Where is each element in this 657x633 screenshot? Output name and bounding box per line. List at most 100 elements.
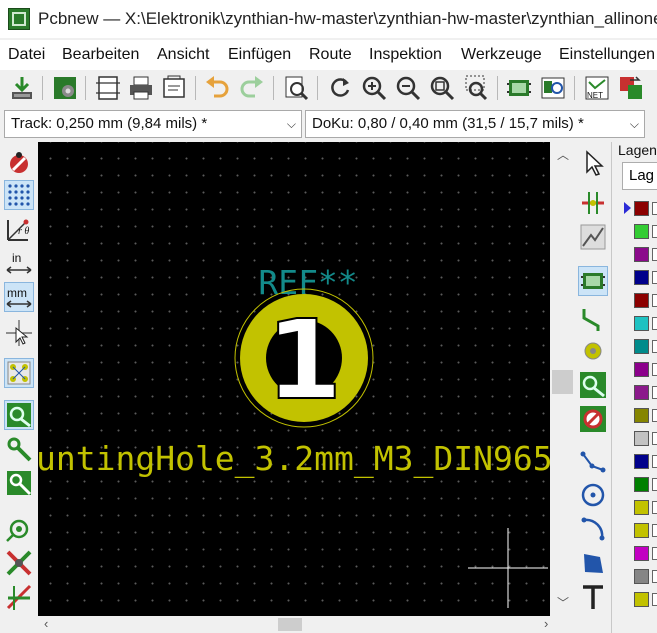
menu-datei[interactable]: Datei bbox=[8, 46, 45, 64]
layer-visibility-checkbox[interactable] bbox=[652, 501, 657, 514]
print-icon[interactable] bbox=[127, 74, 155, 102]
undo-icon[interactable] bbox=[203, 74, 231, 102]
add-polygon-icon[interactable] bbox=[578, 548, 608, 578]
zoom-selection-icon[interactable] bbox=[462, 74, 490, 102]
layer-visibility-checkbox[interactable] bbox=[652, 409, 657, 422]
layer-visibility-checkbox[interactable] bbox=[652, 386, 657, 399]
layer-color-swatch[interactable] bbox=[634, 339, 649, 354]
layer-row[interactable] bbox=[612, 474, 657, 495]
add-arc-icon[interactable] bbox=[578, 514, 608, 544]
layer-visibility-checkbox[interactable] bbox=[652, 478, 657, 491]
find-icon[interactable] bbox=[282, 74, 310, 102]
layer-color-swatch[interactable] bbox=[634, 362, 649, 377]
inch-units-icon[interactable]: in bbox=[4, 248, 34, 278]
layer-visibility-checkbox[interactable] bbox=[652, 271, 657, 284]
vertical-scroll-thumb[interactable] bbox=[552, 370, 573, 394]
menu-bearbeiten[interactable]: Bearbeiten bbox=[62, 46, 139, 64]
layer-visibility-checkbox[interactable] bbox=[652, 363, 657, 376]
add-circle-icon[interactable] bbox=[578, 480, 608, 510]
footprint-browser-icon[interactable] bbox=[539, 74, 567, 102]
scroll-down-icon[interactable]: ﹀ bbox=[557, 594, 569, 611]
layer-row[interactable] bbox=[612, 543, 657, 564]
add-zone-icon[interactable] bbox=[578, 370, 608, 400]
layer-visibility-checkbox[interactable] bbox=[652, 317, 657, 330]
layer-row[interactable] bbox=[612, 267, 657, 288]
mm-units-toggle[interactable]: mm bbox=[4, 282, 34, 312]
full-cursor-icon[interactable] bbox=[4, 318, 34, 348]
layer-visibility-checkbox[interactable] bbox=[652, 547, 657, 560]
horizontal-scrollbar[interactable]: ‹ › bbox=[38, 616, 575, 633]
scroll-up-icon[interactable]: ︿ bbox=[557, 146, 569, 163]
layer-row[interactable] bbox=[612, 359, 657, 380]
plot-icon[interactable] bbox=[160, 74, 188, 102]
layer-visibility-checkbox[interactable] bbox=[652, 524, 657, 537]
add-keepout-icon[interactable] bbox=[578, 404, 608, 434]
menu-einfuegen[interactable]: Einfügen bbox=[228, 46, 291, 64]
layer-visibility-checkbox[interactable] bbox=[652, 432, 657, 445]
refresh-icon[interactable] bbox=[326, 74, 354, 102]
layer-row[interactable] bbox=[612, 382, 657, 403]
redo-icon[interactable] bbox=[238, 74, 266, 102]
layer-row[interactable] bbox=[612, 520, 657, 541]
polar-coords-icon[interactable]: r θ bbox=[4, 214, 34, 244]
add-footprint-toggle[interactable] bbox=[578, 266, 608, 296]
layer-color-swatch[interactable] bbox=[634, 385, 649, 400]
grid-toggle[interactable] bbox=[4, 180, 34, 210]
footprint-tool-icon[interactable] bbox=[578, 222, 608, 252]
select-icon[interactable] bbox=[578, 148, 608, 178]
add-line-icon[interactable] bbox=[578, 446, 608, 476]
via-size-select[interactable]: DoKu: 0,80 / 0,40 mm (31,5 / 15,7 mils) … bbox=[305, 110, 645, 138]
layer-visibility-checkbox[interactable] bbox=[652, 225, 657, 238]
page-settings-icon[interactable] bbox=[94, 74, 122, 102]
layer-color-swatch[interactable] bbox=[634, 546, 649, 561]
layer-visibility-checkbox[interactable] bbox=[652, 570, 657, 583]
pad-sketch-icon[interactable] bbox=[4, 434, 34, 464]
menu-route[interactable]: Route bbox=[309, 46, 352, 64]
layer-color-swatch[interactable] bbox=[634, 293, 649, 308]
layer-color-swatch[interactable] bbox=[634, 569, 649, 584]
layer-row[interactable] bbox=[612, 244, 657, 265]
add-text-icon[interactable] bbox=[578, 582, 608, 612]
layer-color-swatch[interactable] bbox=[634, 408, 649, 423]
drc-icon[interactable] bbox=[4, 148, 34, 178]
via-sketch-icon[interactable] bbox=[4, 468, 34, 498]
layer-color-swatch[interactable] bbox=[634, 454, 649, 469]
layer-color-swatch[interactable] bbox=[634, 431, 649, 446]
menu-einstellungen[interactable]: Einstellungen bbox=[559, 46, 655, 64]
track-sketch-icon[interactable] bbox=[4, 514, 34, 544]
layer-color-swatch[interactable] bbox=[634, 270, 649, 285]
layer-color-swatch[interactable] bbox=[634, 201, 649, 216]
layer-row[interactable] bbox=[612, 497, 657, 518]
board-setup-icon[interactable] bbox=[51, 74, 79, 102]
layer-color-swatch[interactable] bbox=[634, 523, 649, 538]
netlist-icon[interactable]: NET bbox=[583, 74, 611, 102]
zoom-out-icon[interactable] bbox=[394, 74, 422, 102]
layer-color-swatch[interactable] bbox=[634, 247, 649, 262]
add-via-icon[interactable] bbox=[578, 336, 608, 366]
layer-row[interactable] bbox=[612, 451, 657, 472]
layer-row[interactable] bbox=[612, 336, 657, 357]
layer-row[interactable] bbox=[612, 589, 657, 610]
update-pcb-icon[interactable] bbox=[617, 74, 645, 102]
scroll-left-icon[interactable]: ‹ bbox=[44, 616, 48, 631]
ratsnest-toggle[interactable] bbox=[4, 358, 34, 388]
layer-color-swatch[interactable] bbox=[634, 316, 649, 331]
layer-row[interactable] bbox=[612, 313, 657, 334]
layer-visibility-checkbox[interactable] bbox=[652, 294, 657, 307]
save-icon[interactable] bbox=[8, 74, 36, 102]
layer-visibility-checkbox[interactable] bbox=[652, 248, 657, 261]
layer-row[interactable] bbox=[612, 290, 657, 311]
local-ratsnest-icon[interactable] bbox=[578, 188, 608, 218]
layer-row[interactable] bbox=[612, 566, 657, 587]
layer-visibility-checkbox[interactable] bbox=[652, 455, 657, 468]
horizontal-scroll-thumb[interactable] bbox=[278, 618, 302, 631]
layer-color-swatch[interactable] bbox=[634, 224, 649, 239]
layer-color-swatch[interactable] bbox=[634, 477, 649, 492]
high-contrast-icon[interactable] bbox=[4, 548, 34, 578]
layer-color-swatch[interactable] bbox=[634, 500, 649, 515]
layer-visibility-checkbox[interactable] bbox=[652, 593, 657, 606]
scroll-right-icon[interactable]: › bbox=[544, 616, 548, 631]
layer-color-swatch[interactable] bbox=[634, 592, 649, 607]
pcb-canvas[interactable]: REF** 1 untingHole_3.2mm_M3_DIN965_ bbox=[38, 142, 550, 616]
track-width-select[interactable]: Track: 0,250 mm (9,84 mils) * ⌵ bbox=[4, 110, 302, 138]
